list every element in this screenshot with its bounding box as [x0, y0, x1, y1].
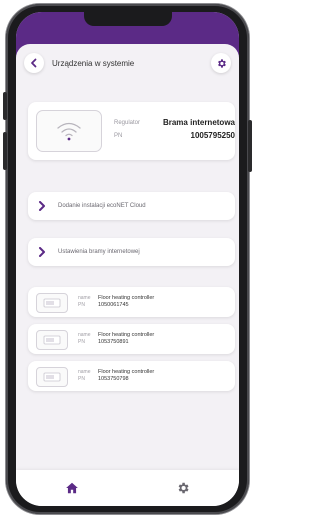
gateway-device-image: [36, 110, 102, 152]
page-title: Urządzenia w systemie: [52, 58, 135, 68]
app-screen: Urządzenia w systemie Regulator Brama in…: [16, 12, 239, 506]
controller-icon: [36, 330, 68, 350]
device-item[interactable]: name Floor heating controller PN 1050061…: [28, 287, 235, 317]
pn-value: 1005795250: [190, 131, 236, 140]
device-pn-label: PN: [78, 339, 85, 345]
settings-button[interactable]: [211, 53, 231, 73]
phone-side-button: [3, 92, 7, 120]
gear-icon: [178, 482, 189, 494]
device-item[interactable]: name Floor heating controller PN 1053750…: [28, 324, 235, 354]
pn-label: PN: [114, 133, 123, 139]
menu-item-label: Dodanie instalacji ecoNET Cloud: [58, 203, 146, 209]
gear-icon: [217, 58, 226, 68]
device-name-label: name: [78, 369, 91, 375]
nav-home[interactable]: [60, 476, 84, 500]
device-name-label: name: [78, 332, 91, 338]
device-name: Floor heating controller: [98, 369, 155, 375]
chevron-left-icon: [31, 58, 37, 68]
device-item[interactable]: name Floor heating controller PN 1053750…: [28, 361, 235, 391]
chevron-right-icon: [38, 201, 50, 211]
device-pn: 1053750798: [98, 376, 129, 382]
top-bar: Urządzenia w systemie: [24, 50, 231, 76]
device-pn-label: PN: [78, 302, 85, 308]
regulator-label: Regulator: [114, 120, 141, 126]
controller-icon: [36, 367, 68, 387]
menu-item-label: Ustawienia bramy internetowej: [58, 249, 140, 255]
device-pn: 1053750891: [98, 339, 129, 345]
device-pn-label: PN: [78, 376, 85, 382]
menu-item-add-installation[interactable]: Dodanie instalacji ecoNET Cloud: [28, 192, 235, 220]
gateway-regulator-row: Regulator Brama internetowa: [114, 118, 235, 127]
bottom-navigation: [16, 470, 239, 506]
phone-notch: [83, 12, 172, 26]
gateway-card[interactable]: Regulator Brama internetowa PN 100579525…: [28, 102, 235, 160]
home-icon: [65, 482, 78, 494]
back-button[interactable]: [24, 53, 44, 73]
phone-side-button: [3, 132, 7, 170]
regulator-value: Brama internetowa: [162, 118, 235, 127]
device-pn: 1050061745: [98, 302, 129, 308]
nav-settings[interactable]: [171, 476, 195, 500]
wifi-icon: [57, 122, 81, 141]
gateway-pn-row: PN 1005795250: [114, 131, 236, 140]
menu-item-gateway-settings[interactable]: Ustawienia bramy internetowej: [28, 238, 235, 266]
device-name: Floor heating controller: [98, 295, 155, 301]
device-name: Floor heating controller: [98, 332, 155, 338]
controller-icon: [36, 293, 68, 313]
phone-side-button: [248, 120, 252, 172]
chevron-right-icon: [38, 247, 50, 257]
device-name-label: name: [78, 295, 91, 301]
